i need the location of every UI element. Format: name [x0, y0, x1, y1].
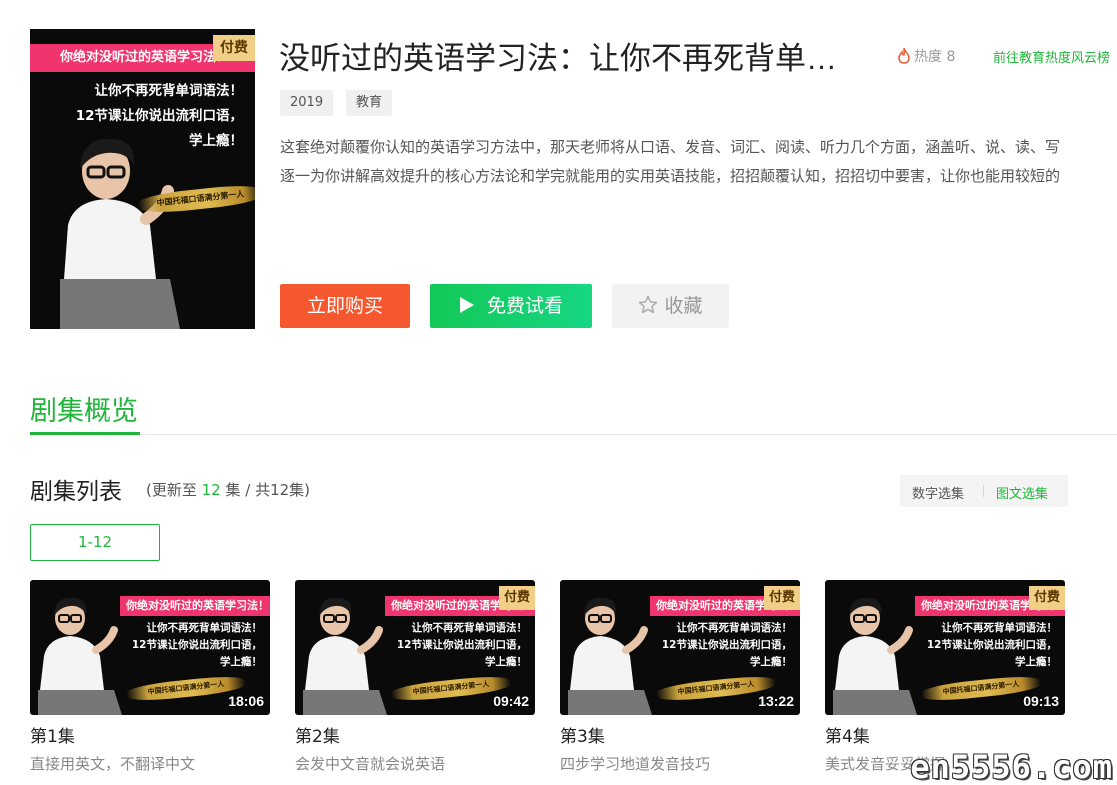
play-icon: [459, 297, 474, 313]
poster-tagline: 让你不再死背单词语法！ 12节课让你说出流利口语， 学上瘾！: [396, 622, 527, 668]
episode-title[interactable]: 第1集: [30, 722, 75, 747]
active-tab-indicator: [30, 432, 140, 435]
episode-duration: 18:06: [228, 693, 264, 709]
course-poster[interactable]: 你绝对没听过的英语学习法！ 付费 让你不再死背单词语法！ 12节课让你说出流利口…: [30, 29, 255, 329]
heat-ranking-link[interactable]: 前往教育热度风云榜: [993, 47, 1110, 66]
switch-divider: [983, 485, 984, 497]
poster-tagline: 让你不再死背单词语法！ 12节课让你说出流利口语， 学上瘾！: [926, 622, 1057, 668]
episode-duration: 13:22: [758, 693, 794, 709]
episode-title[interactable]: 第2集: [295, 722, 340, 747]
favorite-button[interactable]: 收藏: [612, 284, 729, 328]
teacher-figure: [568, 597, 652, 715]
poster-tagline: 让你不再死背单词语法！ 12节课让你说出流利口语， 学上瘾！: [661, 622, 792, 668]
episode-subtitle: 直接用英文，不翻译中文: [30, 755, 196, 773]
episode-thumbnail[interactable]: 你绝对没听过的英语学习法！ 付费 让你不再死背单词语法！ 12节课让你说出流利口语，学…: [560, 580, 800, 715]
paid-badge: 付费: [499, 586, 535, 610]
paid-badge: 付费: [213, 35, 255, 61]
episode-title[interactable]: 第3集: [560, 722, 605, 747]
teacher-figure: [38, 597, 122, 715]
paid-badge: 付费: [1029, 586, 1065, 610]
poster-tagline: 让你不再死背单词语法！ 12节课让你说出流利口语， 学上瘾！: [131, 622, 262, 668]
course-title: 没听过的英语学习法：让你不再死背单…: [279, 41, 837, 76]
paid-badge: 付费: [764, 586, 800, 610]
buy-button[interactable]: 立即购买: [280, 284, 410, 328]
course-description: 这套绝对颠覆你认知的英语学习方法中，那天老师将从口语、发音、词汇、阅读、听力几个…: [280, 138, 1061, 185]
episode-subtitle: 会发中文音就会说英语: [295, 755, 446, 773]
teacher-figure: [60, 138, 180, 329]
episode-duration: 09:42: [493, 693, 529, 709]
tag-year[interactable]: 2019: [280, 90, 334, 116]
poster-tagline: 让你不再死背单词语法！ 12节课让你说出流利口语， 学上瘾！: [75, 83, 243, 149]
tab-episode-overview[interactable]: 剧集概览: [30, 389, 138, 428]
episode-subtitle: 四步学习地道发音技巧: [560, 755, 711, 773]
star-icon: [639, 295, 658, 314]
teacher-figure: [303, 597, 387, 715]
tag-category[interactable]: 教育: [346, 90, 393, 116]
image-select-option[interactable]: 图文选集: [996, 483, 1048, 502]
episode-count: (更新至 12 集 / 共12集): [146, 481, 311, 499]
heat-indicator: 热度 8: [897, 46, 955, 66]
episode-thumbnail[interactable]: 你绝对没听过的英语学习法！ 付费 让你不再死背单词语法！ 12节课让你说出流利口语，学…: [295, 580, 535, 715]
episode-range-tab[interactable]: 1-12: [30, 524, 160, 561]
poster-banner: 你绝对没听过的英语学习法！: [120, 596, 270, 616]
free-preview-button[interactable]: 免费试看: [430, 284, 592, 328]
teacher-figure: [833, 597, 917, 715]
number-select-option[interactable]: 数字选集: [912, 483, 964, 502]
episode-duration: 09:13: [1023, 693, 1059, 709]
flame-icon: [898, 47, 910, 64]
episode-thumbnail[interactable]: 你绝对没听过的英语学习法！ 付费 让你不再死背单词语法！ 12节课让你说出流利口语，学…: [825, 580, 1065, 715]
view-mode-switch: 数字选集 图文选集: [900, 475, 1068, 507]
section-divider: [30, 434, 1117, 435]
heat-label: 热度 8: [914, 49, 956, 65]
episode-thumbnail[interactable]: 你绝对没听过的英语学习法！ 让你不再死背单词语法！ 12节课让你说出流利口语， 学上瘾…: [30, 580, 270, 715]
episode-list-title: 剧集列表: [30, 479, 122, 505]
episode-title[interactable]: 第4集: [825, 722, 870, 747]
watermark: en5556.com: [910, 748, 1113, 785]
